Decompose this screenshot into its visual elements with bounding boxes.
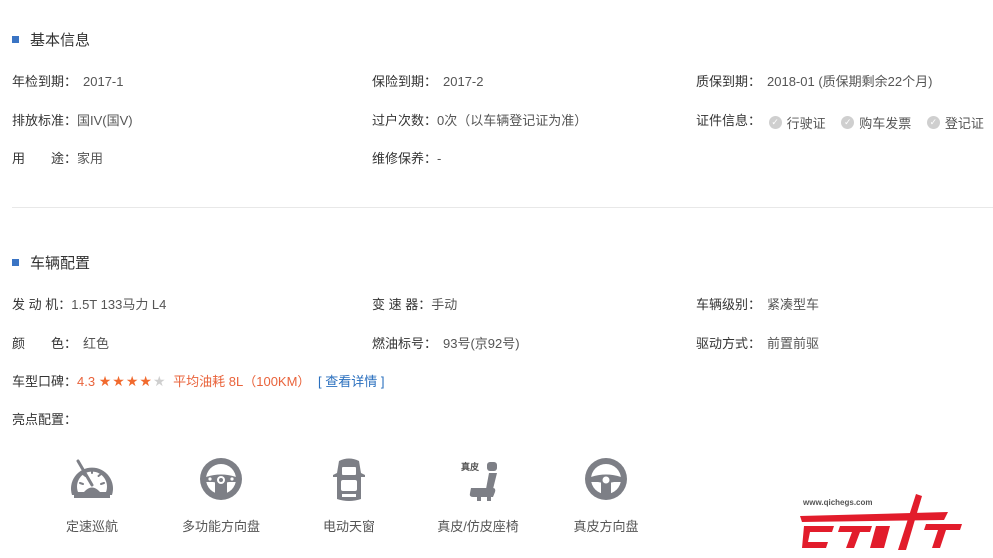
- certificate-registration: ✓ 登记证: [926, 113, 984, 132]
- section-divider: [12, 207, 993, 208]
- maintenance-row: 维修保养：-: [372, 148, 441, 167]
- vehicle-class-row: 车辆级别： 紧凑型车: [696, 294, 819, 313]
- feature-name: 电动天窗: [322, 519, 375, 534]
- feature-multifunction-steering-wheel: 多功能方向盘: [166, 455, 276, 535]
- transfer-count-label: 过户次数：: [372, 113, 438, 128]
- drive-mode-row: 驱动方式： 前置前驱: [696, 333, 819, 352]
- certificates-label: 证件信息：: [696, 113, 762, 128]
- feature-leather-seat: 真皮 真皮/仿皮座椅: [423, 455, 533, 535]
- transmission-label: 变 速 器：: [372, 297, 432, 312]
- emission-standard-label: 排放标准：: [12, 113, 78, 128]
- sunroof-icon: [333, 458, 365, 501]
- rating-label: 车型口碑：: [12, 374, 78, 389]
- drive-mode-value: 前置前驱: [767, 336, 820, 351]
- insurance-due-row: 保险到期： 2017-2: [372, 71, 484, 90]
- transfer-count-value: 0次（以车辆登记证为准）: [437, 113, 588, 128]
- warranty-due-value: 2018-01 (质保期剩余22个月): [767, 74, 933, 89]
- watermark-logo-graphic: [800, 494, 962, 550]
- feature-leather-steering-wheel: 真皮方向盘: [551, 455, 661, 535]
- drive-mode-label: 驱动方式：: [696, 336, 762, 351]
- rating-stars: ★★★★★: [99, 373, 167, 390]
- transfer-count-row: 过户次数：0次（以车辆登记证为准）: [372, 110, 587, 129]
- leather-steering-wheel-icon: [585, 458, 627, 500]
- transmission-row: 变 速 器：手动: [372, 294, 457, 313]
- transmission-value: 手动: [431, 297, 458, 312]
- certificates-row: 证件信息： ✓ 行驶证 ✓ 购车发票 ✓ 登记证: [696, 110, 984, 132]
- engine-label: 发 动 机：: [12, 297, 72, 312]
- insurance-due-value: 2017-2: [443, 74, 484, 89]
- warranty-due-row: 质保到期： 2018-01 (质保期剩余22个月): [696, 71, 932, 90]
- feature-name: 定速巡航: [65, 519, 118, 534]
- leather-seat-icon: [469, 462, 497, 501]
- maintenance-value: -: [437, 151, 442, 166]
- inspection-due-label: 年检到期：: [12, 74, 78, 89]
- section-title-config: 车辆配置: [30, 255, 91, 272]
- usage-value: 家用: [77, 151, 104, 166]
- color-label: 颜 色：: [12, 336, 78, 351]
- fuel-grade-row: 燃油标号： 93号(京92号): [372, 333, 520, 352]
- engine-value: 1.5T 133马力 L4: [71, 297, 167, 312]
- section-marker: [12, 259, 19, 266]
- color-row: 颜 色： 红色: [12, 333, 109, 352]
- view-details-link[interactable]: [ 查看详情 ]: [318, 374, 384, 389]
- cruise-control-icon: [71, 459, 113, 498]
- multifunction-steering-wheel-icon: [200, 458, 242, 500]
- engine-row: 发 动 机：1.5T 133马力 L4: [12, 294, 166, 313]
- fuel-consumption: 平均油耗 8L（100KM）: [173, 374, 311, 389]
- feature-name: 真皮方向盘: [573, 519, 639, 534]
- vehicle-class-value: 紧凑型车: [767, 297, 820, 312]
- emission-standard-value: 国IV(国V): [77, 113, 133, 128]
- usage-label: 用 途：: [12, 151, 78, 166]
- warranty-due-label: 质保到期：: [696, 74, 762, 89]
- star-icon: ★: [152, 373, 167, 389]
- vehicle-class-label: 车辆级别：: [696, 297, 762, 312]
- highlights-label: 亮点配置：: [12, 412, 78, 427]
- feature-name: 真皮/仿皮座椅: [437, 519, 519, 534]
- section-title-basic-info: 基本信息: [30, 32, 91, 49]
- maintenance-label: 维修保养：: [372, 151, 438, 166]
- inspection-due-row: 年检到期： 2017-1: [12, 71, 124, 90]
- check-circle-icon: ✓: [926, 116, 940, 129]
- usage-row: 用 途：家用: [12, 148, 103, 167]
- rating-row: 车型口碑：4.3 ★★★★★ 平均油耗 8L（100KM） [ 查看详情 ]: [12, 371, 385, 390]
- watermark-logo: www.qichegs.com: [798, 492, 968, 552]
- star-icon: ★: [125, 373, 140, 389]
- rating-score: 4.3: [77, 374, 96, 389]
- inspection-due-value: 2017-1: [83, 74, 124, 89]
- star-icon: ★: [139, 373, 153, 389]
- emission-standard-row: 排放标准：国IV(国V): [12, 110, 133, 129]
- section-marker: [12, 36, 19, 43]
- fuel-grade-value: 93号(京92号): [443, 336, 520, 351]
- certificate-purchase-invoice: ✓ 购车发票: [841, 113, 911, 132]
- insurance-due-label: 保险到期：: [372, 74, 438, 89]
- feature-cruise-control: 定速巡航: [37, 455, 147, 535]
- star-icon: ★: [112, 373, 126, 389]
- color-value: 红色: [83, 336, 110, 351]
- feature-name: 多功能方向盘: [181, 519, 260, 534]
- feature-sunroof: 电动天窗: [294, 455, 404, 535]
- certificate-driving-license: ✓ 行驶证: [768, 113, 826, 132]
- check-circle-icon: ✓: [768, 116, 782, 129]
- fuel-grade-label: 燃油标号：: [372, 336, 438, 351]
- star-icon: ★: [98, 373, 113, 389]
- check-circle-icon: ✓: [841, 116, 855, 129]
